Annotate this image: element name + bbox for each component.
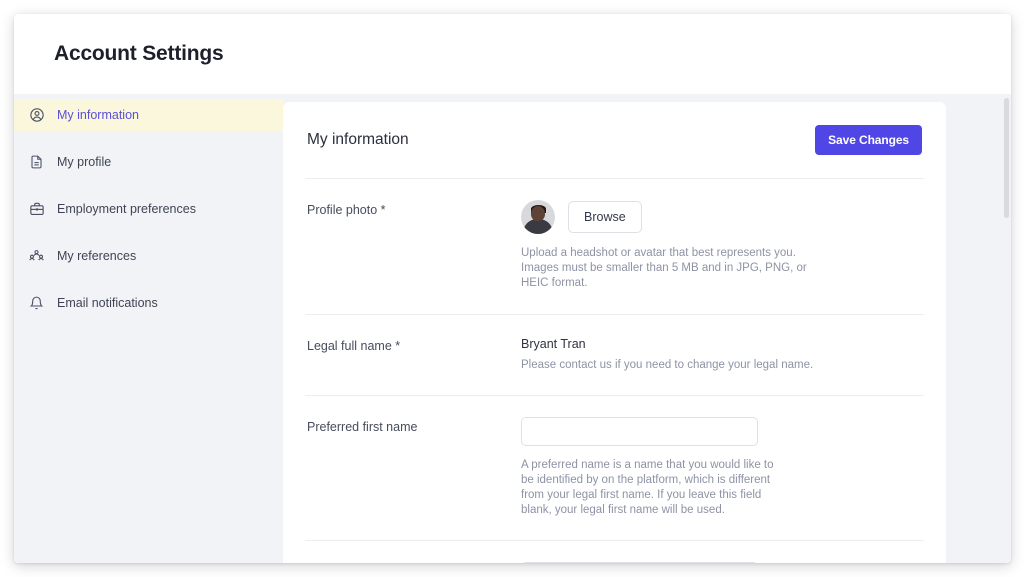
profile-photo-field: Browse Upload a headshot or avatar that … <box>521 200 922 292</box>
document-icon <box>28 154 45 171</box>
sidebar-item-label: My references <box>57 249 136 263</box>
preferred-first-name-field: A preferred name is a name that you woul… <box>521 417 922 519</box>
sidebar-item-label: My profile <box>57 155 111 169</box>
legal-full-name-value: Bryant Tran <box>521 336 922 351</box>
form-row-legal-full-name: Legal full name * Bryant Tran Please con… <box>305 314 924 395</box>
preferred-first-name-label: Preferred first name <box>307 417 521 519</box>
legal-full-name-label: Legal full name * <box>307 336 521 373</box>
profile-photo-help-text: Upload a headshot or avatar that best re… <box>521 246 821 292</box>
avatar <box>521 200 555 234</box>
sidebar-item-email-notifications[interactable]: Email notifications <box>14 287 283 319</box>
browse-button[interactable]: Browse <box>568 201 642 233</box>
sidebar-item-employment-preferences[interactable]: Employment preferences <box>14 193 283 225</box>
user-circle-icon <box>28 107 45 124</box>
sidebar-item-my-profile[interactable]: My profile <box>14 146 283 178</box>
sidebar: My information My profile <box>14 94 283 563</box>
account-settings-window: Account Settings My information <box>14 14 1011 563</box>
app-body: My information My profile <box>14 94 1011 563</box>
profile-photo-label: Profile photo * <box>307 200 521 292</box>
app-header: Account Settings <box>14 14 1011 94</box>
preferred-first-name-help-text: A preferred name is a name that you woul… <box>521 458 783 519</box>
preferred-pronouns-label: Preferred pronouns <box>307 562 521 563</box>
form-row-profile-photo: Profile photo * Browse Upload a headshot… <box>305 178 924 314</box>
legal-full-name-help-text: Please contact us if you need to change … <box>521 358 821 373</box>
content-title: My information <box>307 131 409 149</box>
sidebar-item-my-references[interactable]: My references <box>14 240 283 272</box>
sidebar-nav-list: My information My profile <box>14 99 283 319</box>
content-header: My information Save Changes <box>305 102 924 178</box>
sidebar-item-label: Employment preferences <box>57 202 196 216</box>
sidebar-item-label: My information <box>57 108 139 122</box>
sidebar-item-my-information[interactable]: My information <box>14 99 283 131</box>
content-panel: My information Save Changes Profile phot… <box>283 102 946 563</box>
page-title: Account Settings <box>54 42 223 66</box>
save-changes-button[interactable]: Save Changes <box>815 125 922 155</box>
vertical-scrollbar[interactable] <box>1004 98 1009 218</box>
preferred-pronouns-select[interactable]: Select... <box>521 562 758 563</box>
bell-icon <box>28 295 45 312</box>
people-group-icon <box>28 248 45 265</box>
form-row-preferred-pronouns: Preferred pronouns Select... <box>305 540 924 563</box>
sidebar-item-label: Email notifications <box>57 296 158 310</box>
legal-full-name-field: Bryant Tran Please contact us if you nee… <box>521 336 922 373</box>
briefcase-icon <box>28 201 45 218</box>
form-row-preferred-first-name: Preferred first name A preferred name is… <box>305 395 924 541</box>
preferred-pronouns-field: Select... <box>521 562 922 563</box>
preferred-first-name-input[interactable] <box>521 417 758 446</box>
